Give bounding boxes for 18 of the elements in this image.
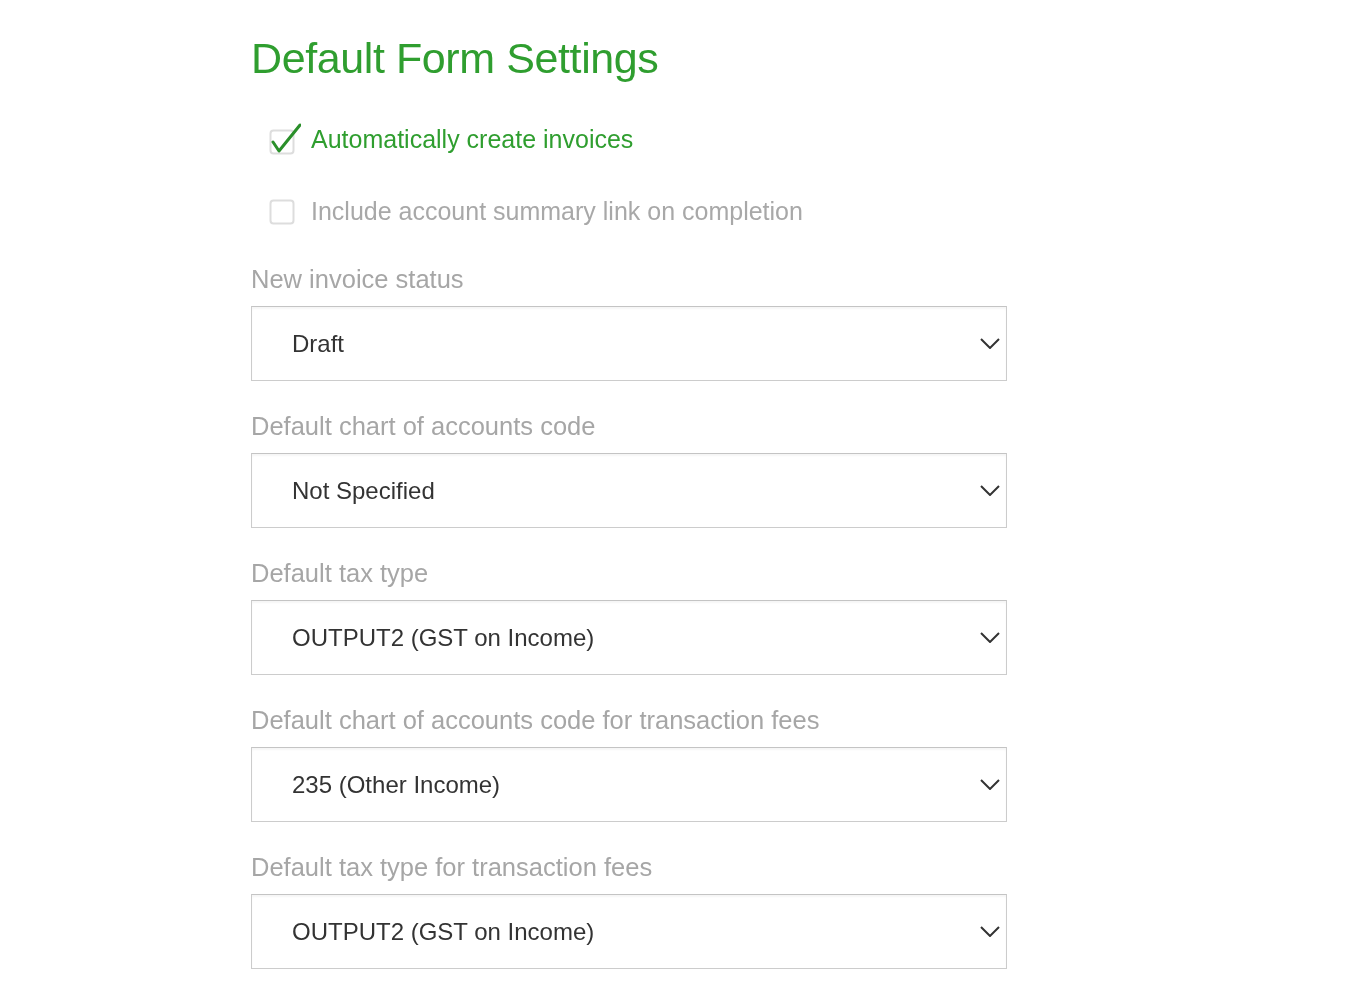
chevron-down-icon [980,779,1000,790]
chevron-down-icon [980,632,1000,643]
dropdown-field[interactable]: OUTPUT2 (GST on Income) [251,600,1007,675]
chevron-down-icon [980,926,1000,937]
chevron-down-icon [980,338,1000,349]
checkbox[interactable] [269,199,295,225]
field-label: Default chart of accounts code for transaction fees [251,706,820,734]
dropdown-field[interactable]: Not Specified [251,453,1007,528]
chevron-down-icon [980,485,1000,496]
dropdown-field[interactable]: 235 (Other Income) [251,747,1007,822]
checkbox[interactable] [269,123,301,155]
field-label: Default chart of accounts code [251,412,596,440]
dropdown-field[interactable]: Draft [251,306,1007,381]
field-label: Default tax type [251,559,429,587]
page-title: Default Form Settings [251,33,659,84]
field-label: New invoice status [251,265,464,293]
field-label: Default tax type for transaction fees [251,853,653,881]
dropdown-field[interactable]: OUTPUT2 (GST on Income) [251,894,1007,969]
